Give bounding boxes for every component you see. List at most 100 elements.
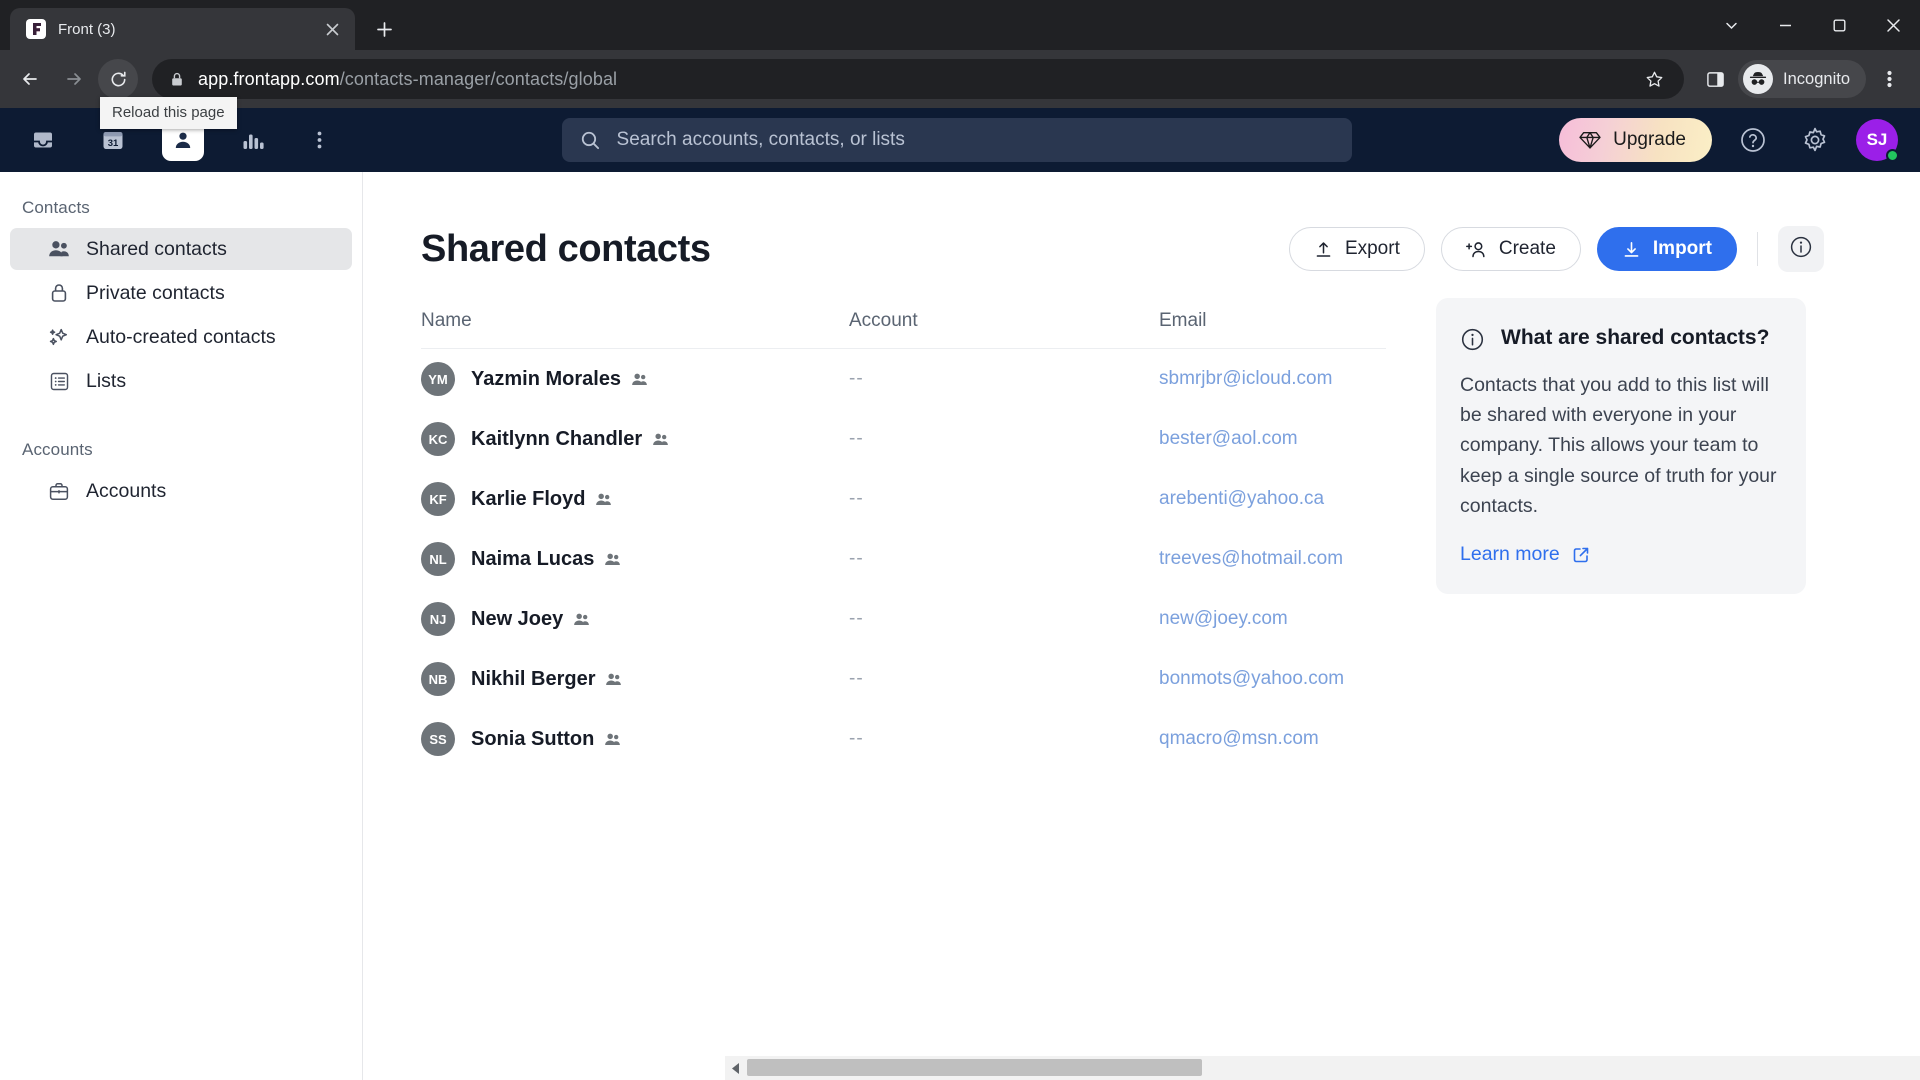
- cell-account[interactable]: --: [849, 668, 1159, 690]
- sidebar-item-auto-created-contacts[interactable]: Auto-created contacts: [10, 316, 352, 358]
- cell-email[interactable]: bester@aol.com: [1159, 428, 1386, 450]
- sidebar: Contacts Shared contacts Private contact…: [0, 172, 362, 1080]
- learn-more-link[interactable]: Learn more: [1460, 543, 1780, 566]
- tab-strip: Front (3): [0, 0, 1920, 50]
- help-circle-icon[interactable]: [1732, 119, 1774, 161]
- close-icon[interactable]: [319, 16, 345, 42]
- search-input[interactable]: Search accounts, contacts, or lists: [561, 118, 1352, 162]
- cell-email[interactable]: sbmrjbr@icloud.com: [1159, 368, 1386, 390]
- cell-name[interactable]: KC Kaitlynn Chandler: [421, 422, 849, 456]
- address-bar[interactable]: app.frontapp.com/contacts-manager/contac…: [152, 59, 1685, 99]
- contact-name: Yazmin Morales: [471, 367, 622, 390]
- two-people-icon: [46, 239, 72, 259]
- table-row[interactable]: KF Karlie Floyd -- arebenti@yahoo.ca: [421, 469, 1386, 529]
- search-wrapper: Search accounts, contacts, or lists: [354, 118, 1559, 162]
- page-actions: Export Create Import: [1288, 226, 1824, 272]
- toolbar-right-group: Incognito: [1694, 58, 1910, 100]
- cell-account[interactable]: --: [849, 368, 1159, 390]
- search-placeholder: Search accounts, contacts, or lists: [616, 129, 905, 150]
- contacts-area: Name Account Email YM Yazmin Morales -- sbm…: [363, 298, 1920, 769]
- import-button[interactable]: Import: [1596, 227, 1737, 271]
- contact-name: Nikhil Berger: [471, 667, 596, 690]
- arrow-left-icon[interactable]: [10, 59, 50, 99]
- browser-tab[interactable]: Front (3): [10, 8, 355, 50]
- two-people-icon: [604, 552, 621, 567]
- cell-account[interactable]: --: [849, 548, 1159, 570]
- cell-account[interactable]: --: [849, 488, 1159, 510]
- arrow-right-icon[interactable]: [54, 59, 94, 99]
- cell-email[interactable]: qmacro@msn.com: [1159, 728, 1386, 750]
- gear-icon[interactable]: [1794, 119, 1836, 161]
- upgrade-button[interactable]: Upgrade: [1559, 118, 1712, 162]
- info-toggle-button[interactable]: [1778, 226, 1824, 272]
- window-controls: [1704, 0, 1920, 50]
- create-button[interactable]: Create: [1440, 227, 1581, 271]
- contact-name: Karlie Floyd: [471, 487, 586, 510]
- nav-inbox-icon[interactable]: [22, 119, 64, 161]
- close-icon[interactable]: [1866, 0, 1920, 50]
- reload-icon[interactable]: [98, 59, 138, 99]
- cell-name[interactable]: KF Karlie Floyd: [421, 482, 849, 516]
- account-value: --: [849, 368, 864, 389]
- table-row[interactable]: NL Naima Lucas -- treeves@hotmail.com: [421, 529, 1386, 589]
- cell-account[interactable]: --: [849, 428, 1159, 450]
- nav-more-three-dots-vertical-icon[interactable]: [302, 119, 336, 161]
- column-header-account[interactable]: Account: [849, 310, 1159, 332]
- cell-account[interactable]: --: [849, 728, 1159, 750]
- avatar: NB: [421, 662, 455, 696]
- column-header-email[interactable]: Email: [1159, 310, 1386, 332]
- table-row[interactable]: KC Kaitlynn Chandler -- bester@aol.com: [421, 409, 1386, 469]
- cell-account[interactable]: --: [849, 608, 1159, 630]
- create-label: Create: [1498, 238, 1556, 259]
- scrollbar-track[interactable]: [747, 1056, 1920, 1080]
- minimize-icon[interactable]: [1758, 0, 1812, 50]
- cell-name[interactable]: SS Sonia Sutton: [421, 722, 849, 756]
- scrollbar-thumb[interactable]: [747, 1059, 1202, 1076]
- chevron-down-icon[interactable]: [1704, 0, 1758, 50]
- nav-analytics-bar-chart-icon[interactable]: [232, 119, 274, 161]
- export-button[interactable]: Export: [1288, 227, 1425, 271]
- maximize-icon[interactable]: [1812, 0, 1866, 50]
- email-link[interactable]: bester@aol.com: [1159, 428, 1298, 450]
- page-title: Shared contacts: [421, 227, 711, 270]
- cell-name[interactable]: YM Yazmin Morales: [421, 362, 849, 396]
- column-header-name[interactable]: Name: [421, 310, 849, 332]
- sidebar-item-private-contacts[interactable]: Private contacts: [10, 272, 352, 314]
- new-tab-button[interactable]: [367, 12, 401, 46]
- url-host: app.frontapp.com: [198, 68, 340, 89]
- table-row[interactable]: SS Sonia Sutton -- qmacro@msn.com: [421, 709, 1386, 769]
- cell-name[interactable]: NB Nikhil Berger: [421, 662, 849, 696]
- lock-icon: [170, 72, 184, 87]
- table-row[interactable]: NJ New Joey -- new@joey.com: [421, 589, 1386, 649]
- cell-name[interactable]: NJ New Joey: [421, 602, 849, 636]
- diamond-icon: [1579, 130, 1601, 150]
- table-row[interactable]: NB Nikhil Berger -- bonmots@yahoo.com: [421, 649, 1386, 709]
- email-link[interactable]: qmacro@msn.com: [1159, 728, 1319, 750]
- contact-name: Naima Lucas: [471, 547, 595, 570]
- sidebar-item-shared-contacts[interactable]: Shared contacts: [10, 228, 352, 270]
- front-app: 31 Search accounts, contacts, or lists U…: [0, 108, 1920, 1080]
- cell-email[interactable]: arebenti@yahoo.ca: [1159, 488, 1386, 510]
- horizontal-scrollbar[interactable]: [725, 1056, 1920, 1080]
- three-dots-vertical-icon[interactable]: [1868, 58, 1910, 100]
- sidebar-item-accounts[interactable]: Accounts: [10, 470, 352, 512]
- email-link[interactable]: arebenti@yahoo.ca: [1159, 488, 1324, 510]
- url-text: app.frontapp.com/contacts-manager/contac…: [198, 69, 1638, 90]
- star-icon[interactable]: [1638, 63, 1670, 95]
- cell-email[interactable]: bonmots@yahoo.com: [1159, 668, 1386, 690]
- table-row[interactable]: YM Yazmin Morales -- sbmrjbr@icloud.com: [421, 349, 1386, 409]
- sidebar-item-lists[interactable]: Lists: [10, 360, 352, 402]
- email-link[interactable]: treeves@hotmail.com: [1159, 548, 1343, 570]
- sparkles-icon: [46, 326, 72, 348]
- cell-email[interactable]: treeves@hotmail.com: [1159, 548, 1386, 570]
- side-panel-icon[interactable]: [1694, 58, 1736, 100]
- cell-name[interactable]: NL Naima Lucas: [421, 542, 849, 576]
- email-link[interactable]: new@joey.com: [1159, 608, 1288, 630]
- email-link[interactable]: sbmrjbr@icloud.com: [1159, 368, 1332, 390]
- incognito-indicator[interactable]: Incognito: [1738, 60, 1866, 98]
- avatar[interactable]: SJ: [1856, 119, 1899, 162]
- cell-email[interactable]: new@joey.com: [1159, 608, 1386, 630]
- triangle-left-icon[interactable]: [725, 1056, 747, 1080]
- email-link[interactable]: bonmots@yahoo.com: [1159, 668, 1344, 690]
- account-value: --: [849, 548, 864, 569]
